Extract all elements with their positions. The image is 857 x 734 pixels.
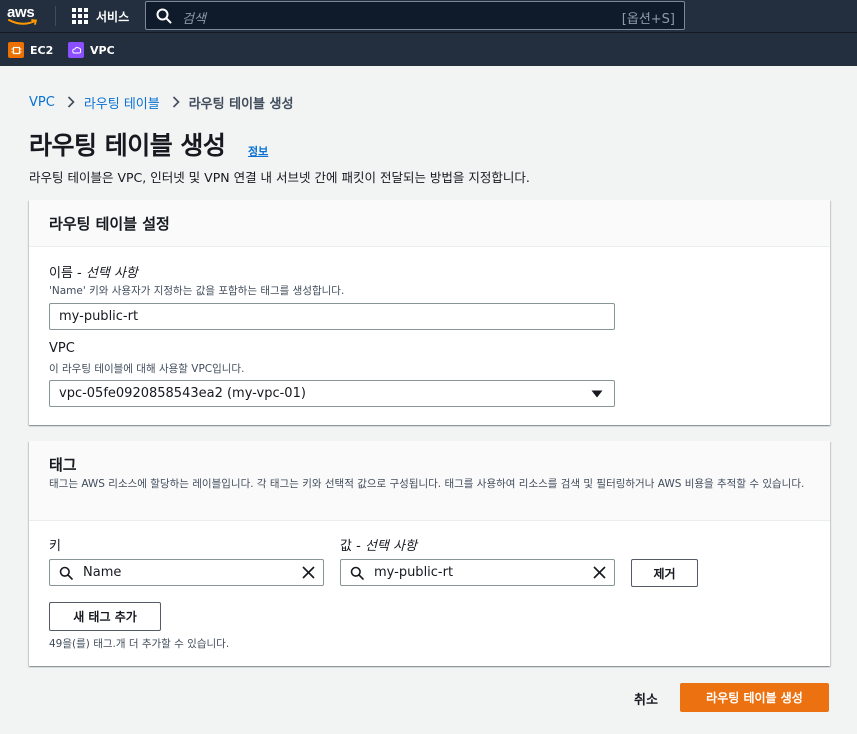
- vpc-field-label: VPC: [49, 341, 75, 356]
- chevron-right-icon: [67, 96, 75, 108]
- breadcrumb: VPC 라우팅 테이블 라우팅 테이블 생성: [29, 93, 294, 112]
- search-placeholder: 검색: [182, 12, 206, 27]
- tag-value-value: my-public-rt: [374, 565, 454, 580]
- tag-key-value: Name: [83, 565, 122, 580]
- favorite-ec2[interactable]: EC2: [8, 42, 53, 58]
- panel-header: 태그 태그는 AWS 리소스에 할당하는 레이블입니다. 각 태그는 키와 선택…: [29, 441, 830, 521]
- page-description: 라우팅 테이블은 VPC, 인터넷 및 VPN 연결 내 서브넷 간에 패킷이 …: [29, 170, 530, 185]
- panel-title: 라우팅 테이블 설정: [49, 215, 170, 233]
- search-shortcut: [옵션+S]: [621, 12, 675, 27]
- search-icon: [156, 8, 172, 24]
- grid-menu-icon: [72, 8, 88, 24]
- chevron-right-icon: [172, 96, 180, 108]
- favorite-vpc[interactable]: VPC: [68, 42, 115, 58]
- name-label: 이름 -: [49, 266, 82, 281]
- panel-header: 라우팅 테이블 설정: [29, 200, 830, 247]
- favorite-label: VPC: [90, 43, 115, 57]
- page-title: 라우팅 테이블 생성: [29, 131, 226, 160]
- name-input-value: my-public-rt: [59, 309, 139, 324]
- create-route-table-button[interactable]: 라우팅 테이블 생성: [680, 683, 829, 712]
- tags-description: 태그는 AWS 리소스에 할당하는 레이블입니다. 각 태그는 키와 선택적 값…: [49, 478, 805, 490]
- breadcrumb-route-tables[interactable]: 라우팅 테이블: [84, 93, 160, 112]
- info-link[interactable]: 정보: [248, 143, 268, 159]
- services-menu-button[interactable]: 서비스: [72, 7, 129, 25]
- search-icon: [59, 566, 73, 580]
- route-table-settings-panel: 라우팅 테이블 설정 이름 - 선택 사항 'Name' 키와 사용자가 지정하…: [29, 200, 830, 425]
- name-field-label: 이름 - 선택 사항: [49, 262, 138, 281]
- vpc-select-value: vpc-05fe0920858543ea2 (my-vpc-01): [59, 386, 306, 401]
- aws-smile-icon: [8, 19, 38, 25]
- breadcrumb-vpc[interactable]: VPC: [29, 95, 55, 110]
- cancel-button[interactable]: 취소: [634, 689, 658, 708]
- caret-down-icon: [591, 390, 603, 398]
- favorites-bar: EC2 VPC: [0, 32, 857, 66]
- top-navigation: aws 서비스 검색 [옵션+S]: [0, 0, 857, 32]
- tags-panel: 태그 태그는 AWS 리소스에 할당하는 레이블입니다. 각 태그는 키와 선택…: [29, 441, 830, 666]
- vpc-field-hint: 이 라우팅 테이블에 대해 사용할 VPC입니다.: [49, 363, 245, 375]
- services-label: 서비스: [96, 9, 130, 24]
- tag-value-field-label: 값 - 선택 사항: [340, 535, 417, 554]
- name-input[interactable]: my-public-rt: [49, 303, 615, 330]
- tag-value-input[interactable]: my-public-rt: [340, 559, 615, 586]
- name-optional-label: 선택 사항: [85, 266, 138, 281]
- clear-icon[interactable]: [302, 566, 315, 579]
- tag-value-optional-label: 선택 사항: [364, 539, 417, 554]
- ec2-icon: [8, 42, 24, 58]
- clear-icon[interactable]: [593, 566, 606, 579]
- search-input[interactable]: 검색 [옵션+S]: [145, 1, 685, 30]
- search-icon: [350, 566, 364, 580]
- vpc-icon: [68, 42, 84, 58]
- tag-key-label: 키: [49, 539, 61, 554]
- nav-divider: [55, 6, 56, 26]
- panel-title: 태그: [49, 456, 77, 474]
- tags-remaining-hint: 49을(를) 태그.개 더 추가할 수 있습니다.: [49, 638, 230, 650]
- add-tag-button[interactable]: 새 태그 추가: [49, 602, 161, 631]
- breadcrumb-current: 라우팅 테이블 생성: [188, 96, 294, 112]
- aws-logo[interactable]: aws: [7, 4, 39, 28]
- tag-key-input[interactable]: Name: [49, 559, 324, 586]
- remove-tag-button[interactable]: 제거: [631, 559, 698, 587]
- vpc-select[interactable]: vpc-05fe0920858543ea2 (my-vpc-01): [49, 380, 615, 407]
- favorite-label: EC2: [30, 43, 54, 57]
- tag-value-label: 값 -: [340, 539, 361, 554]
- name-field-hint: 'Name' 키와 사용자가 지정하는 값을 포함하는 태그를 생성합니다.: [49, 285, 345, 297]
